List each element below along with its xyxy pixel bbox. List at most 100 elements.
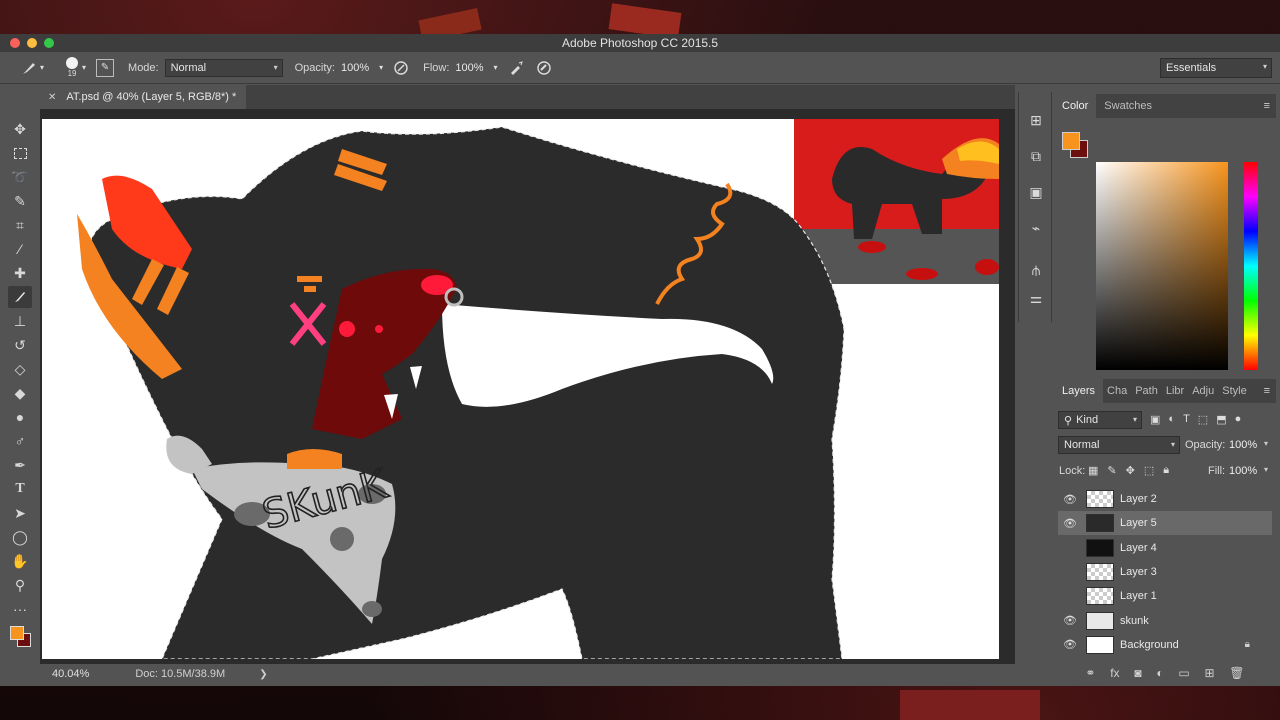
visibility-eye-icon[interactable]: 👁︎ <box>1058 590 1082 603</box>
layer-name[interactable]: Layer 2 <box>1120 493 1157 505</box>
layer-thumbnail[interactable] <box>1086 635 1114 654</box>
eyedropper-icon[interactable]: ⁄ <box>8 238 32 260</box>
lock-pixels-icon[interactable]: ✎ <box>1107 464 1116 477</box>
pen-icon[interactable]: ✒ <box>8 454 32 476</box>
lock-artboard-icon[interactable]: ⬚ <box>1144 464 1154 477</box>
tab-adjustments[interactable]: Adju <box>1188 379 1218 403</box>
actions-panel-icon[interactable]: ⧉ <box>1026 146 1046 166</box>
layer-thumbnail[interactable] <box>1086 587 1114 606</box>
layer-thumbnail[interactable] <box>1086 538 1114 557</box>
tab-color[interactable]: Color <box>1054 94 1097 118</box>
layer-row[interactable]: 👁︎ Layer 1 <box>1058 584 1272 608</box>
layer-row[interactable]: 👁︎ skunk <box>1058 609 1272 633</box>
trash-icon[interactable]: 🗑︎ <box>1229 666 1244 680</box>
layer-thumbnail[interactable] <box>1086 611 1114 630</box>
tab-libraries[interactable]: Libr <box>1162 379 1188 403</box>
dodge-icon[interactable]: ♂ <box>8 430 32 452</box>
pressure-size-icon[interactable] <box>536 60 552 76</box>
workspace-select[interactable]: Essentials ▾ <box>1160 58 1272 78</box>
foreground-color-swatch[interactable] <box>1062 132 1080 150</box>
layer-name[interactable]: Layer 5 <box>1120 517 1157 529</box>
bucket-icon[interactable]: ◆ <box>8 382 32 404</box>
visibility-eye-icon[interactable]: 👁︎ <box>1058 493 1082 506</box>
shape-icon[interactable]: ◯ <box>8 526 32 548</box>
tab-paths[interactable]: Path <box>1131 379 1162 403</box>
link-layers-icon[interactable]: ⚭ <box>1085 666 1095 680</box>
color-panel-swatches[interactable] <box>1062 132 1092 162</box>
visibility-eye-icon[interactable]: 👁︎ <box>1058 638 1082 651</box>
chevron-down-icon[interactable]: ▾ <box>40 63 44 72</box>
layer-row[interactable]: 👁︎ Background 🔒︎ <box>1058 633 1272 657</box>
document-tab[interactable]: ✕ AT.psd @ 40% (Layer 5, RGB/8*) * <box>40 85 246 109</box>
eraser-icon[interactable]: ◇ <box>8 358 32 380</box>
healing-icon[interactable]: ✚ <box>8 262 32 284</box>
layer-row[interactable]: 👁︎ Layer 5 <box>1058 511 1272 536</box>
close-tab-icon[interactable]: ✕ <box>48 92 56 103</box>
blend-mode-select[interactable]: Normal ▾ <box>1058 436 1180 454</box>
chevron-right-icon[interactable]: ❯ <box>259 669 267 680</box>
quick-select-icon[interactable]: ✎ <box>8 190 32 212</box>
adjust-panel-icon[interactable]: ⚌ <box>1026 288 1046 308</box>
minimize-window-button[interactable] <box>27 38 37 48</box>
layer-row[interactable]: 👁︎ Layer 2 <box>1058 487 1272 511</box>
layer-name[interactable]: Background <box>1120 639 1179 651</box>
history-brush-icon[interactable]: ↺ <box>8 334 32 356</box>
mode-select[interactable]: Normal ▾ <box>164 58 283 77</box>
visibility-eye-icon[interactable]: 👁︎ <box>1058 565 1082 578</box>
zoom-level[interactable]: 40.04% <box>52 668 89 680</box>
marquee-icon[interactable] <box>8 142 32 164</box>
panel-menu-icon[interactable]: ≡ <box>1264 385 1270 397</box>
hand-icon[interactable]: ✋ <box>8 550 32 572</box>
layer-row[interactable]: 👁︎ Layer 3 <box>1058 560 1272 584</box>
blur-icon[interactable]: ● <box>8 406 32 428</box>
shape-filter-icon[interactable]: ⬚ <box>1198 413 1208 426</box>
tab-channels[interactable]: Cha <box>1103 379 1131 403</box>
fill-value[interactable]: 100% <box>1229 465 1257 477</box>
lock-transparency-icon[interactable]: ▦ <box>1088 464 1098 477</box>
document-canvas[interactable]: SKunK <box>42 119 999 659</box>
airbrush-icon[interactable] <box>508 60 524 76</box>
type-filter-icon[interactable]: T <box>1183 413 1190 426</box>
zoom-icon[interactable]: ⚲ <box>8 574 32 596</box>
foreground-color-swatch[interactable] <box>10 626 24 640</box>
visibility-eye-icon[interactable]: 👁︎ <box>1058 541 1082 554</box>
layer-mask-icon[interactable]: ◙ <box>1134 666 1141 680</box>
lasso-icon[interactable]: ➰ <box>8 166 32 188</box>
character-panel-icon[interactable]: ⌁ <box>1026 218 1046 238</box>
brush-preset-icon[interactable] <box>20 59 38 77</box>
history-panel-icon[interactable]: ⊞ <box>1026 110 1046 130</box>
brush-panel-toggle-icon[interactable]: ✎ <box>96 58 115 77</box>
layer-thumbnail[interactable] <box>1086 562 1114 581</box>
brush-size-picker[interactable]: 19 <box>66 57 79 78</box>
zoom-window-button[interactable] <box>44 38 54 48</box>
pressure-opacity-icon[interactable] <box>393 60 409 76</box>
adjustment-filter-icon[interactable]: ◐ <box>1168 413 1175 426</box>
layer-thumbnail[interactable] <box>1086 514 1114 533</box>
layer-style-icon[interactable]: fx <box>1110 666 1119 680</box>
stamp-icon[interactable]: ⊥ <box>8 310 32 332</box>
layer-row[interactable]: 👁︎ Layer 4 <box>1058 536 1272 560</box>
type-icon[interactable]: T <box>8 478 32 500</box>
chevron-down-icon[interactable]: ▾ <box>1264 465 1268 474</box>
opacity-value[interactable]: 100% <box>341 62 369 74</box>
layer-thumbnail[interactable] <box>1086 490 1114 508</box>
brush-icon[interactable] <box>8 286 32 308</box>
path-select-icon[interactable]: ➤ <box>8 502 32 524</box>
move-icon[interactable]: ✥ <box>8 118 32 140</box>
adjustment-layer-icon[interactable]: ◐ <box>1156 666 1163 680</box>
tab-styles[interactable]: Style <box>1218 379 1250 403</box>
smart-filter-icon[interactable]: ⬒ <box>1216 413 1226 426</box>
layer-filter-select[interactable]: ⚲ Kind ▾ <box>1058 411 1142 429</box>
crop-icon[interactable]: ⌗ <box>8 214 32 236</box>
chevron-down-icon[interactable]: ▾ <box>379 63 383 72</box>
close-window-button[interactable] <box>10 38 20 48</box>
lock-all-icon[interactable]: 🔒︎ <box>1163 464 1169 477</box>
visibility-eye-icon[interactable]: 👁︎ <box>1058 614 1082 627</box>
properties-panel-icon[interactable]: ▣ <box>1026 182 1046 202</box>
layer-name[interactable]: Layer 4 <box>1120 542 1157 554</box>
new-group-icon[interactable]: ▭ <box>1178 666 1189 680</box>
new-layer-icon[interactable]: ⊞ <box>1204 666 1214 680</box>
tab-layers[interactable]: Layers <box>1054 379 1104 403</box>
color-swatches[interactable] <box>8 624 34 650</box>
layer-name[interactable]: Layer 1 <box>1120 590 1157 602</box>
